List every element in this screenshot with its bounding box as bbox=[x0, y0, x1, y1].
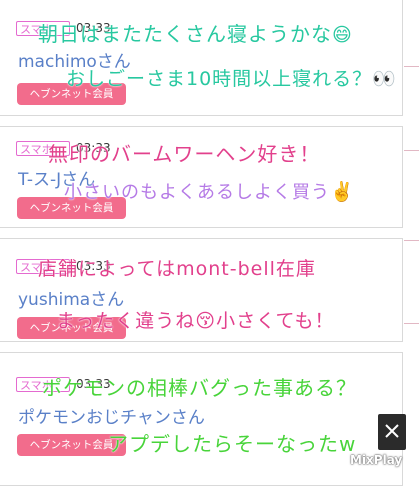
handwritten-note: 朝日はまたたくさん寝ようかな😄 bbox=[38, 22, 353, 46]
victory-hand-emoji: ✌️ bbox=[330, 181, 355, 203]
close-button[interactable] bbox=[378, 414, 406, 450]
handwritten-note: アプデしたらそーなったw bbox=[108, 432, 357, 456]
handwritten-note: 店舗によってはmont-bell在庫 bbox=[38, 258, 316, 280]
grin-emoji: 😄 bbox=[332, 24, 353, 46]
handwritten-note: まったく違うね😚小さくても！ bbox=[56, 310, 335, 332]
handwritten-note: おしごーさま10時間以上寝れる？👀 bbox=[66, 68, 397, 90]
handwritten-note: ポケモンの相棒バグった事ある？ bbox=[42, 376, 357, 400]
close-icon bbox=[385, 424, 399, 438]
divider bbox=[404, 240, 419, 241]
divider bbox=[404, 150, 419, 151]
watermark-logo: MixPlay bbox=[350, 453, 403, 467]
divider bbox=[404, 66, 419, 67]
handwritten-note: 無印のバームワーヘン好き！ bbox=[48, 142, 321, 166]
eyes-emoji: 👀 bbox=[372, 68, 397, 90]
kissing-face-emoji: 😚 bbox=[195, 310, 217, 332]
handwritten-note: 小さいのもよくあるしよく買う✌️ bbox=[64, 181, 355, 203]
divider bbox=[404, 323, 419, 324]
username-link[interactable]: ポケモンおじチャンさん bbox=[18, 403, 205, 428]
